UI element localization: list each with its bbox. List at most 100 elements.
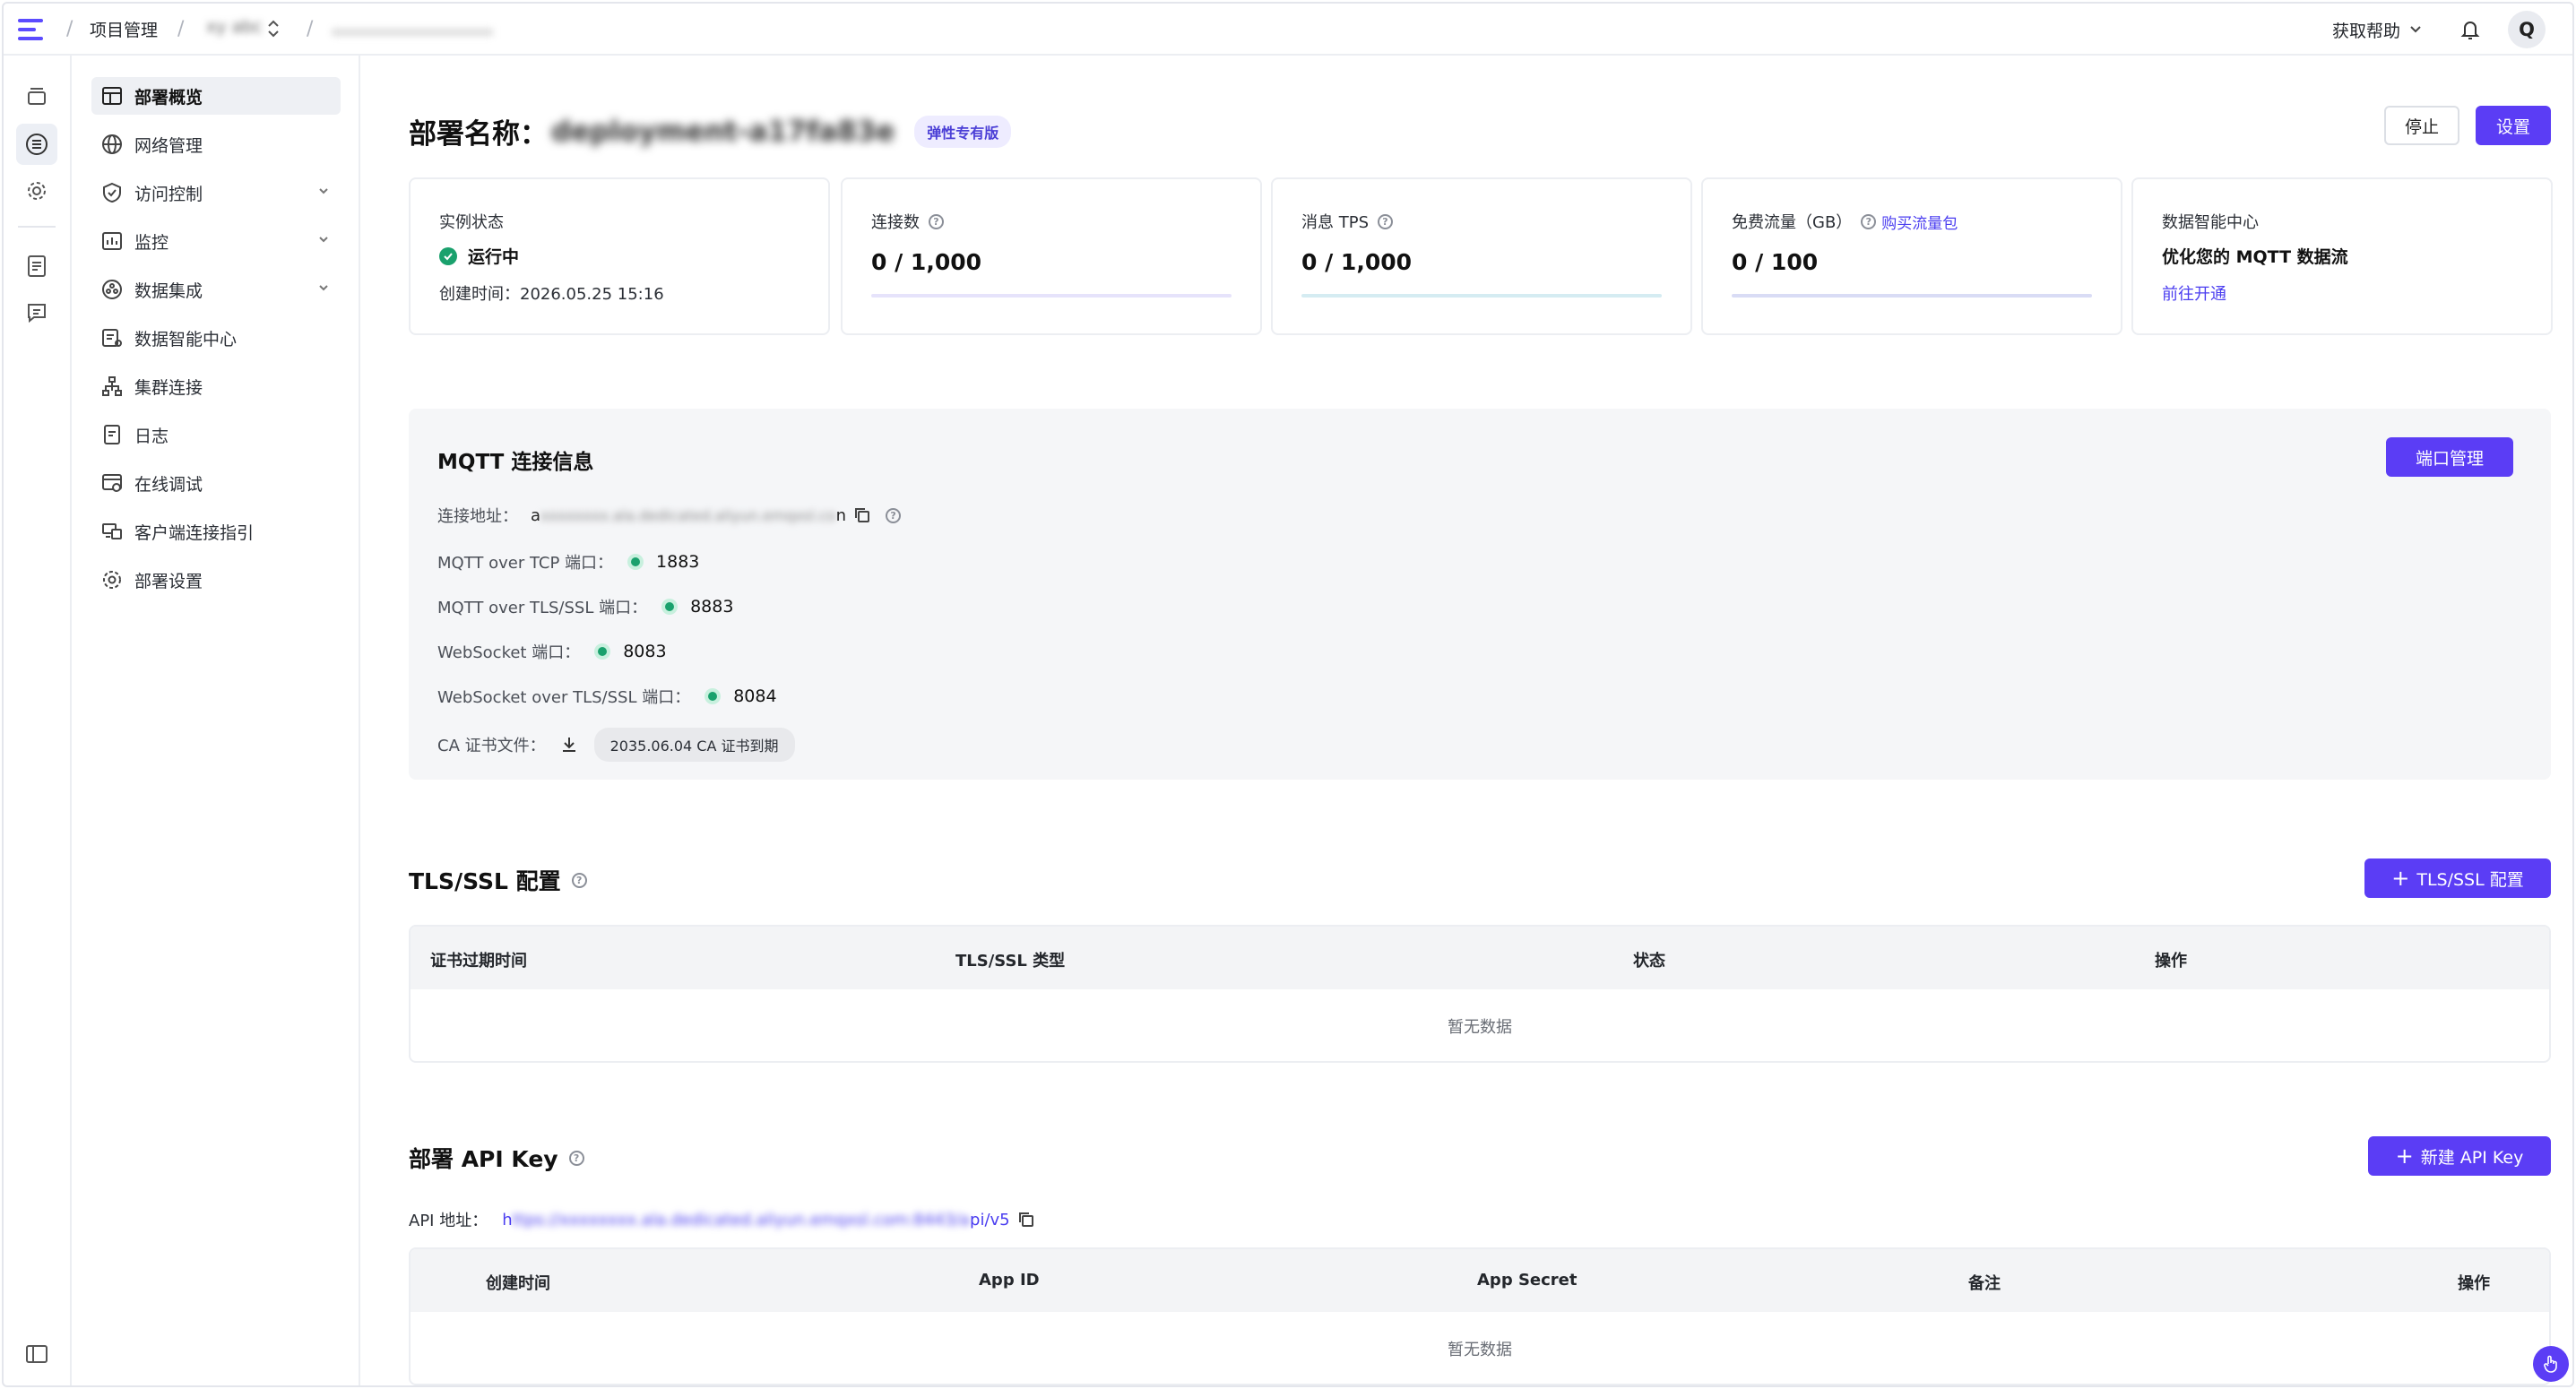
sidebar-item-label: 部署设置	[134, 571, 203, 591]
sidebar-item-label: 网络管理	[134, 135, 203, 156]
sidebar-item-overview[interactable]: 部署概览	[91, 77, 341, 115]
add-tls-label: TLS/SSL 配置	[2416, 869, 2524, 890]
page-title: 部署名称： deployment-a17fa83e 弹性专有版	[409, 111, 1012, 151]
api-url-masked: ttps://xxxxxxxx.ala.dedicated.aliyun.emq…	[512, 1210, 971, 1229]
sidebar-item-label: 访问控制	[134, 184, 203, 204]
status-text: 运行中	[468, 247, 520, 267]
port-management-button[interactable]: 端口管理	[2386, 437, 2513, 477]
switch-icon[interactable]	[267, 19, 280, 42]
check-circle-icon	[439, 246, 457, 265]
help-icon[interactable]: ?	[568, 1150, 584, 1166]
empty-state: 暂无数据	[1448, 1018, 1512, 1037]
column-header: 证书过期时间	[430, 952, 527, 971]
breadcrumb-deployment[interactable]: c	[332, 27, 493, 36]
column-header: TLS/SSL 类型	[955, 952, 1066, 971]
table-header: 创建时间 App ID App Secret 备注 操作	[411, 1249, 2549, 1312]
help-icon[interactable]: ?	[571, 872, 587, 888]
hand-pointer-icon	[2544, 1355, 2557, 1373]
gear-icon[interactable]	[23, 177, 50, 204]
add-tls-button[interactable]: + TLS/SSL 配置	[2364, 858, 2551, 898]
tls-title: TLS/SSL 配置	[409, 868, 561, 894]
sidebar-item-logs[interactable]: 日志	[91, 416, 341, 453]
new-api-key-label: 新建 API Key	[2420, 1147, 2524, 1168]
ws-port-row: WebSocket 端口： 8083	[437, 640, 667, 663]
traffic-progress	[1732, 294, 2092, 298]
table-body: 暂无数据	[411, 1312, 2549, 1384]
new-api-key-button[interactable]: + 新建 API Key	[2368, 1136, 2551, 1176]
deployment-icon[interactable]	[16, 124, 57, 165]
sidebar-item-debug[interactable]: 在线调试	[91, 464, 341, 502]
buy-traffic-link[interactable]: 购买流量包	[1881, 211, 1958, 233]
sidebar-item-data-intelligence[interactable]: 数据智能中心	[91, 319, 341, 357]
api-title: 部署 API Key	[409, 1146, 558, 1172]
client-icon	[100, 520, 124, 543]
menu-logo-icon[interactable]	[18, 19, 45, 40]
settings-button[interactable]: 设置	[2476, 106, 2551, 145]
chevron-down-icon	[319, 237, 328, 243]
dic-open-link[interactable]: 前往开通	[2162, 281, 2226, 305]
wss-port: 8084	[733, 686, 777, 706]
tcp-port: 1883	[656, 552, 700, 572]
mqtt-title: MQTT 连接信息	[437, 451, 594, 474]
chevron-down-icon	[2410, 26, 2421, 33]
stop-button[interactable]: 停止	[2384, 106, 2459, 145]
sidebar-item-cluster[interactable]: 集群连接	[91, 367, 341, 405]
log-icon	[100, 423, 124, 446]
status-dot-icon	[627, 554, 644, 570]
help-icon[interactable]: ?	[1861, 213, 1877, 229]
copy-icon[interactable]	[1017, 1211, 1035, 1229]
gear-icon	[100, 568, 124, 591]
document-icon[interactable]	[23, 253, 50, 280]
status-label: 实例状态	[439, 213, 504, 232]
api-url-end: pi/v5	[970, 1210, 1010, 1229]
download-icon[interactable]	[560, 736, 578, 754]
debug-icon	[100, 471, 124, 495]
sidebar-item-client-guide[interactable]: 客户端连接指引	[91, 513, 341, 550]
collapse-sidebar-icon[interactable]	[23, 1341, 50, 1367]
sidebar-item-label: 部署概览	[134, 87, 203, 108]
dashboard-icon	[100, 84, 124, 108]
help-icon[interactable]: ?	[886, 507, 902, 523]
ca-cert-row: CA 证书文件： 2035.06.04 CA 证书到期	[437, 728, 795, 762]
column-header: 状态	[1633, 952, 1665, 971]
assistant-button[interactable]	[2533, 1346, 2569, 1382]
tcp-port-row: MQTT over TCP 端口： 1883	[437, 550, 699, 574]
status-card: 实例状态 运行中 创建时间：2026.05.25 15:16	[409, 177, 830, 335]
breadcrumb-project[interactable]: 项目管理	[90, 17, 158, 41]
table-body: 暂无数据	[411, 989, 2549, 1061]
sidebar-item-label: 监控	[134, 232, 169, 253]
connections-value: 0 / 1,000	[871, 249, 982, 275]
tcp-label: MQTT over TCP 端口：	[437, 554, 614, 573]
help-icon[interactable]: ?	[1378, 213, 1393, 229]
sidebar-item-settings[interactable]: 部署设置	[91, 561, 341, 599]
help-icon[interactable]: ?	[929, 213, 944, 229]
status-dot-icon	[594, 643, 611, 660]
api-url-start: h	[502, 1210, 513, 1229]
help-menu[interactable]: 获取帮助	[2332, 18, 2422, 42]
address-masked: xxxxxxxx.ala.dedicated.aliyun.emqxsl.co	[540, 506, 836, 524]
breadcrumb-separator: /	[307, 18, 314, 40]
connection-address-row: 连接地址： a xxxxxxxx.ala.dedicated.aliyun.em…	[437, 504, 902, 527]
sidebar-item-network[interactable]: 网络管理	[91, 125, 341, 163]
empty-state: 暂无数据	[1448, 1341, 1512, 1359]
projects-icon[interactable]	[23, 82, 50, 109]
sidebar-item-monitoring[interactable]: 监控	[91, 222, 341, 260]
message-icon[interactable]	[23, 299, 50, 326]
label-text: 连接数	[871, 213, 920, 232]
help-label: 获取帮助	[2331, 21, 2400, 41]
tls-port: 8883	[690, 597, 734, 617]
status-dot-icon	[661, 599, 679, 615]
tps-progress	[1301, 294, 1662, 298]
copy-icon[interactable]	[853, 506, 871, 524]
bell-icon[interactable]	[2458, 17, 2483, 42]
column-header: 操作	[2155, 952, 2187, 971]
wss-port-row: WebSocket over TLS/SSL 端口： 8084	[437, 685, 777, 708]
sidebar-item-access-control[interactable]: 访问控制	[91, 174, 341, 211]
api-url[interactable]: h ttps://xxxxxxxx.ala.dedicated.aliyun.e…	[502, 1211, 1009, 1229]
sidebar-item-data-integration[interactable]: 数据集成	[91, 271, 341, 308]
avatar[interactable]: Q	[2508, 11, 2546, 48]
column-header: 备注	[1968, 1274, 2001, 1293]
breadcrumb-org[interactable]: xy abc	[206, 17, 263, 37]
ca-label: CA 证书文件：	[437, 737, 546, 755]
tls-label: MQTT over TLS/SSL 端口：	[437, 599, 648, 617]
